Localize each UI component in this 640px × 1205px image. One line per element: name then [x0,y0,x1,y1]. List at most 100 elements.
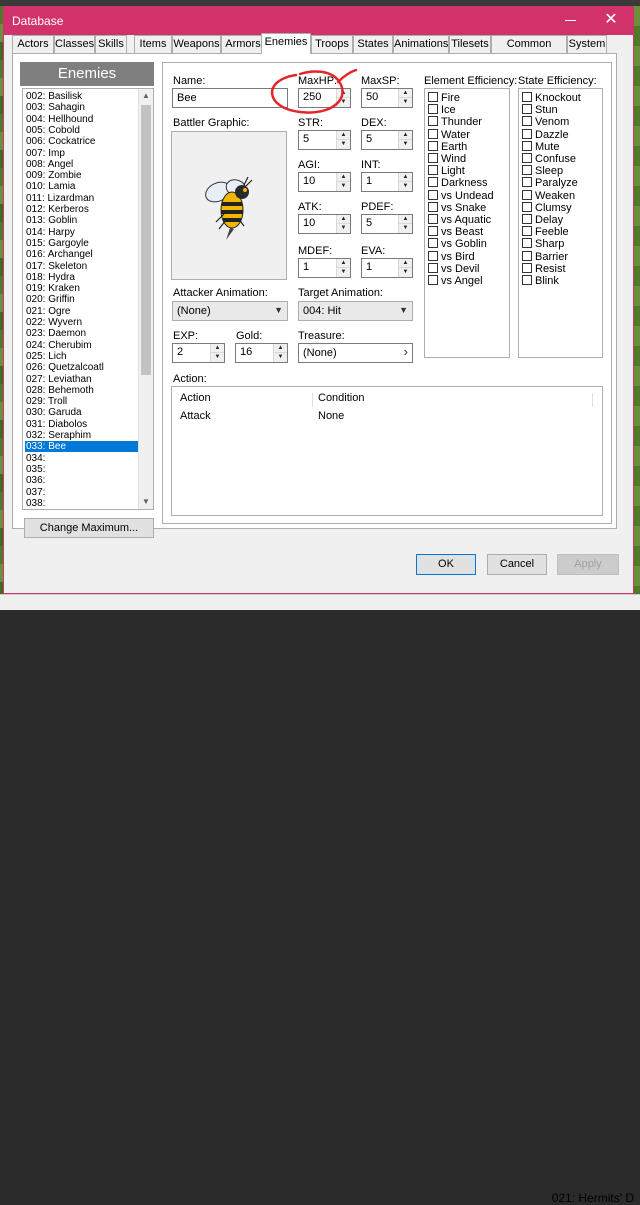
checkbox[interactable] [522,250,532,261]
spin-up-icon[interactable]: ▲ [399,259,412,268]
tab-tilesets[interactable]: Tilesets [449,35,491,53]
list-item[interactable]: 029: Troll [25,396,139,407]
list-item[interactable]: 024: Cherubim [25,340,139,351]
list-item[interactable]: 036: [25,475,139,486]
list-item[interactable]: 013: Goblin [25,215,139,226]
maxhp-spinner[interactable]: 250 ▲ ▼ [298,88,351,108]
list-item[interactable]: 033: Bee [25,441,139,453]
exp-spinner[interactable]: 2 ▲ ▼ [172,343,225,363]
spin-down-icon[interactable]: ▼ [337,182,350,191]
checkbox[interactable] [522,275,532,285]
checkbox[interactable] [428,214,438,224]
checkbox[interactable] [522,177,532,188]
tab-skills[interactable]: Skills [95,35,127,53]
list-item[interactable]: 014: Harpy [25,227,139,238]
spin-down-icon[interactable]: ▼ [399,224,412,233]
checkbox[interactable] [522,92,532,102]
checkbox-item[interactable]: vs Snake [428,201,486,214]
scroll-up-icon[interactable]: ▲ [139,89,153,103]
checkbox[interactable] [428,238,438,249]
checkbox[interactable] [522,153,532,163]
change-maximum-button[interactable]: Change Maximum... [24,518,154,538]
checkbox[interactable] [522,140,532,151]
checkbox[interactable] [522,214,532,224]
column-header-condition[interactable]: Condition [318,392,364,404]
spin-down-icon[interactable]: ▼ [399,98,412,107]
checkbox[interactable] [428,92,438,102]
int-spinner[interactable]: 1 ▲ ▼ [361,172,413,192]
checkbox-item[interactable]: vs Aquatic [428,214,491,226]
scroll-down-icon[interactable]: ▼ [139,495,153,509]
checkbox[interactable] [428,226,438,237]
checkbox-item[interactable]: vs Bird [428,250,475,263]
list-item[interactable]: 011: Lizardman [25,193,139,204]
list-item[interactable]: 005: Cobold [25,125,139,136]
list-item[interactable]: 006: Cockatrice [25,136,139,147]
minimize-icon[interactable] [561,12,581,28]
tab-classes[interactable]: Classes [54,35,95,53]
checkbox[interactable] [522,104,532,115]
list-item[interactable]: 037: [25,487,139,498]
spin-up-icon[interactable]: ▲ [399,89,412,98]
tab-enemies[interactable]: Enemies [261,33,311,54]
cancel-button[interactable]: Cancel [487,554,547,575]
tab-weapons[interactable]: Weapons [172,35,221,53]
checkbox-item[interactable]: Clumsy [522,201,572,214]
checkbox-item[interactable]: vs Goblin [428,238,487,250]
spin-up-icon[interactable]: ▲ [274,344,287,353]
list-item[interactable]: 034: [25,453,139,464]
checkbox-item[interactable]: vs Devil [428,262,480,275]
name-field[interactable]: Bee [172,88,288,108]
spin-up-icon[interactable]: ▲ [337,215,350,224]
checkbox[interactable] [428,165,438,176]
checkbox-item[interactable]: Feeble [522,226,569,238]
list-item[interactable]: 023: Daemon [25,328,139,339]
tab-actors[interactable]: Actors [12,35,54,53]
chevron-right-icon[interactable]: › [404,344,408,359]
checkbox-item[interactable]: Barrier [522,250,568,263]
checkbox[interactable] [428,128,438,139]
list-item[interactable]: 009: Zombie [25,170,139,181]
spin-down-icon[interactable]: ▼ [337,268,350,277]
close-icon[interactable]: ✕ [601,10,621,30]
table-row[interactable]: Attack None [172,408,602,426]
apply-button[interactable]: Apply [557,554,619,575]
checkbox-item[interactable]: Confuse [522,153,576,165]
checkbox-item[interactable]: Knockout [522,92,581,104]
gold-spinner[interactable]: 16 ▲ ▼ [235,343,288,363]
spin-down-icon[interactable]: ▼ [399,140,412,149]
spin-up-icon[interactable]: ▲ [337,173,350,182]
checkbox-item[interactable]: Blink [522,275,559,287]
list-item[interactable]: 028: Behemoth [25,385,139,396]
checkbox[interactable] [428,275,438,285]
checkbox-item[interactable]: Mute [522,140,559,153]
list-item[interactable]: 019: Kraken [25,283,139,294]
checkbox[interactable] [522,226,532,237]
battler-graphic[interactable] [171,131,287,280]
eva-spinner[interactable]: 1 ▲ ▼ [361,258,413,278]
checkbox-item[interactable]: Wind [428,153,466,165]
treasure-field[interactable]: (None) › [298,343,413,363]
str-spinner[interactable]: 5 ▲ ▼ [298,130,351,150]
checkbox-item[interactable]: vs Undead [428,189,494,202]
agi-spinner[interactable]: 10 ▲ ▼ [298,172,351,192]
checkbox-item[interactable]: Sharp [522,238,564,250]
checkbox[interactable] [428,140,438,151]
checkbox[interactable] [428,104,438,115]
spin-down-icon[interactable]: ▼ [399,268,412,277]
checkbox-item[interactable]: Sleep [522,165,563,177]
spin-up-icon[interactable]: ▲ [399,173,412,182]
checkbox[interactable] [522,238,532,249]
list-item[interactable]: 002: Basilisk [25,91,139,102]
spin-down-icon[interactable]: ▼ [337,140,350,149]
checkbox-item[interactable]: Delay [522,214,563,226]
action-table[interactable]: Action Condition Attack None [171,386,603,516]
spin-up-icon[interactable]: ▲ [337,131,350,140]
checkbox[interactable] [428,153,438,163]
checkbox-item[interactable]: Venom [522,116,569,128]
checkbox-item[interactable]: Thunder [428,116,482,128]
checkbox[interactable] [428,177,438,188]
dex-spinner[interactable]: 5 ▲ ▼ [361,130,413,150]
checkbox-item[interactable]: Water [428,128,470,141]
enemy-list[interactable]: 002: Basilisk 003: Sahagin 004: Hellhound 0… [22,88,154,510]
